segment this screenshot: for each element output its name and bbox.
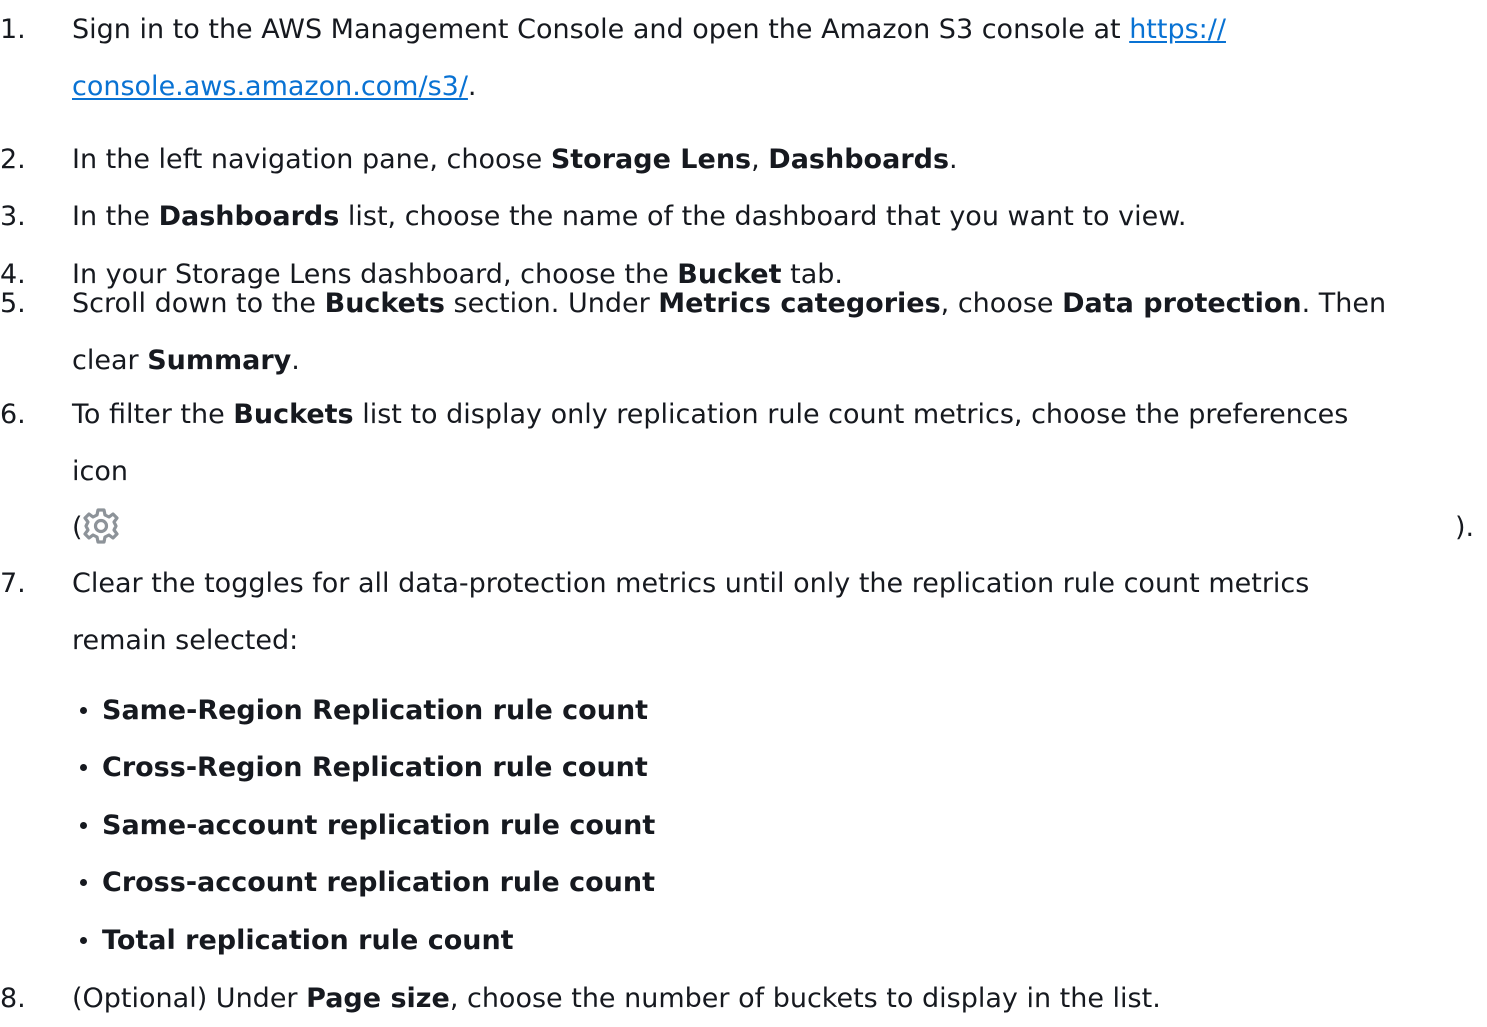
step-text-run: (Optional) Under (72, 983, 307, 1014)
step-text-run: list to display only replication rule co… (353, 399, 1349, 430)
ui-term: Dashboards (768, 144, 950, 175)
step-text-run: , choose the number of buckets to displa… (449, 983, 1161, 1014)
step-number: 1. (0, 14, 26, 45)
step-text-run: Clear the toggles for all data-protectio… (72, 568, 1310, 599)
instructions-page: 1. Sign in to the AWS Management Console… (0, 0, 1487, 1014)
replication-metrics-list: Same-Region Replication rule count Cross… (72, 682, 1372, 969)
list-item: Total replication rule count (72, 912, 1372, 969)
step-number: 5. (0, 288, 26, 319)
list-item: Cross-account replication rule count (72, 854, 1372, 911)
step-text-run: list, choose the name of the dashboard t… (339, 201, 1187, 232)
step-text-run: , (751, 144, 769, 175)
ui-term: Dashboards (158, 201, 340, 232)
step-number: 6. (0, 399, 26, 430)
step-text: In the left navigation pane, choose Stor… (72, 131, 1472, 188)
ui-term: Storage Lens (550, 144, 752, 175)
step-text-run: clear (72, 345, 148, 376)
step-text: Clear the toggles for all data-protectio… (72, 555, 1472, 669)
ui-term: Summary (147, 345, 292, 376)
step-text-run: Scroll down to the (72, 288, 325, 319)
step-text-run: . (949, 144, 958, 175)
step-number: 2. (0, 144, 26, 175)
step-text-run: To filter the (72, 399, 234, 430)
step-text-run: section. Under (444, 288, 659, 319)
step-text-run: , choose (940, 288, 1063, 319)
step-text-run: In the (72, 201, 159, 232)
list-item: Same-account replication rule count (72, 797, 1372, 854)
step-text: Sign in to the AWS Management Console an… (72, 1, 1472, 115)
step-text-run: In the left navigation pane, choose (72, 144, 551, 175)
list-item: Same-Region Replication rule count (72, 682, 1372, 739)
step-number: 8. (0, 983, 26, 1014)
step-text-run: . Then (1301, 288, 1387, 319)
ui-term: Data protection (1062, 288, 1302, 319)
ui-term: Metrics categories (658, 288, 941, 319)
ui-term: Buckets (324, 288, 445, 319)
console-link[interactable]: https:// (1129, 14, 1226, 45)
step-number: 3. (0, 201, 26, 232)
console-link[interactable]: console.aws.amazon.com/s3/ (72, 71, 468, 102)
step-text-run: . (291, 345, 300, 376)
step-number: 7. (0, 568, 26, 599)
close-paren: ). (1455, 512, 1475, 543)
step-text-run: icon (72, 456, 128, 487)
step-text-run: remain selected: (72, 625, 299, 656)
step-text-run: Sign in to the AWS Management Console an… (72, 14, 1130, 45)
step-text-run: . (467, 71, 477, 102)
gear-icon[interactable] (81, 506, 121, 546)
step-text: To filter the Buckets list to display on… (72, 386, 1472, 500)
step-text: Scroll down to the Buckets section. Unde… (72, 275, 1472, 389)
list-item: Cross-Region Replication rule count (72, 739, 1372, 796)
preferences-icon-line: ( ). (0, 499, 1487, 549)
ui-term: Buckets (233, 399, 354, 430)
step-text: In the Dashboards list, choose the name … (72, 188, 1472, 245)
ui-term: Page size (306, 983, 450, 1014)
step-text: (Optional) Under Page size, choose the n… (72, 970, 1472, 1027)
